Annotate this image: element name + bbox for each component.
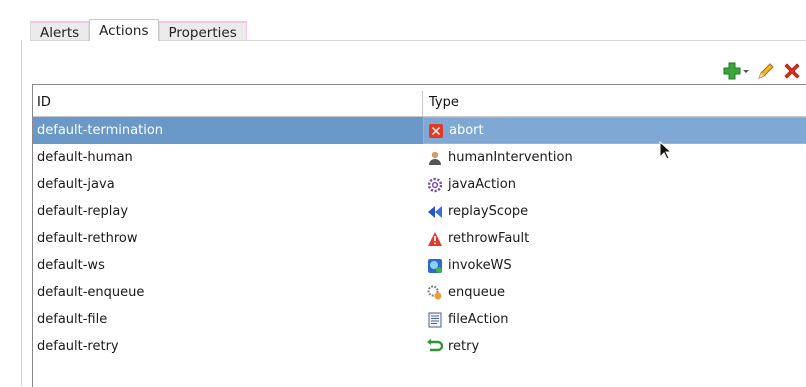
row-type: fileAction [423,306,806,333]
row-type: invokeWS [423,252,806,279]
add-action-button[interactable] [722,61,750,81]
row-id: default-replay [37,204,129,219]
row-type: humanIntervention [423,144,806,171]
table-row[interactable]: default-human humanIntervention [33,144,806,171]
row-type-label: rethrowFault [448,231,530,246]
warning-icon [426,230,444,248]
tab-properties[interactable]: Properties [158,21,247,41]
row-type: retry [423,333,806,360]
delete-action-button[interactable] [782,61,802,81]
table-row[interactable]: default-java javaAction [33,171,806,198]
table-row[interactable]: default-retry retry [33,333,806,360]
row-id: default-human [37,150,133,165]
file-icon [426,311,444,329]
row-id: default-enqueue [37,285,145,300]
actions-table: ID Type default-termination abort defaul… [33,91,806,360]
row-type-label: enqueue [448,285,505,300]
row-type-label: javaAction [448,177,516,192]
column-header-id[interactable]: ID [33,91,423,116]
enqueue-icon [426,284,444,302]
row-type-label: replayScope [448,204,529,219]
row-type: abort [423,117,806,144]
row-id: default-rethrow [37,231,138,246]
edit-action-button[interactable] [756,61,776,81]
table-row[interactable]: default-termination abort [33,117,806,144]
row-type: rethrowFault [423,225,806,252]
webservice-icon [426,257,444,275]
row-type: javaAction [423,171,806,198]
row-id: default-ws [37,258,105,273]
plus-icon [723,62,741,80]
row-type: replayScope [423,198,806,225]
table-row[interactable]: default-replay replayScope [33,198,806,225]
abort-icon [427,122,445,140]
replay-icon [426,203,444,221]
row-type-label: fileAction [448,312,509,327]
tab-actions[interactable]: Actions [89,19,159,41]
human-icon [426,149,444,167]
pencil-icon [758,63,774,79]
table-header: ID Type [33,91,806,117]
table-row[interactable]: default-rethrow rethrowFault [33,225,806,252]
left-rule [21,40,22,386]
row-type-label: abort [449,123,484,138]
row-type-label: invokeWS [448,258,512,273]
actions-toolbar [722,58,806,84]
column-header-type[interactable]: Type [423,91,806,116]
row-id: default-termination [37,123,164,138]
table-row[interactable]: default-ws invokeWS [33,252,806,279]
row-id: default-retry [37,339,119,354]
table-row[interactable]: default-enqueue enqueue [33,279,806,306]
row-type-label: retry [448,339,480,354]
mouse-pointer-icon [659,141,673,160]
row-id: default-file [37,312,108,327]
row-id: default-java [37,177,115,192]
row-type-label: humanIntervention [448,150,573,165]
retry-icon [426,338,444,356]
dropdown-arrow-icon [743,70,749,73]
table-row[interactable]: default-file fileAction [33,306,806,333]
tab-alerts[interactable]: Alerts [30,21,90,41]
delete-x-icon [784,63,800,79]
tab-bar: Alerts Actions Properties [30,19,247,41]
row-type: enqueue [423,279,806,306]
gear-icon [426,176,444,194]
